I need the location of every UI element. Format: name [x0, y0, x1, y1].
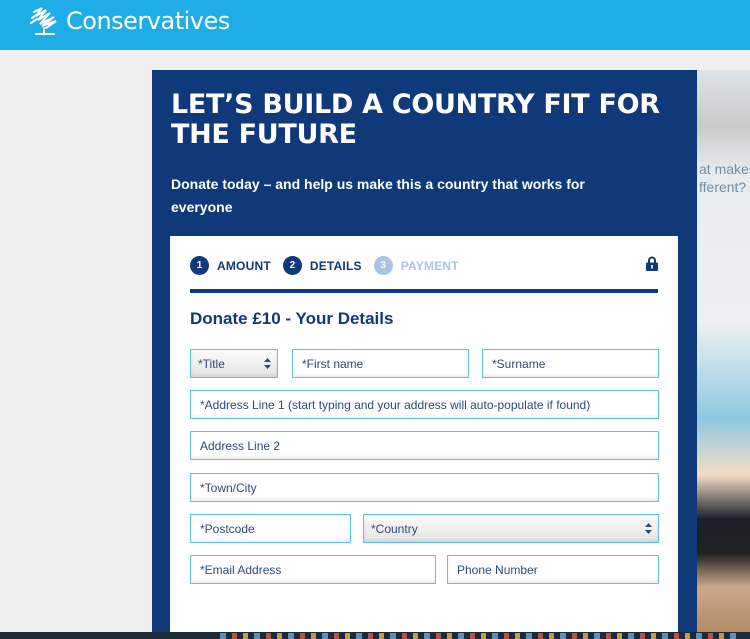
- brand-logo[interactable]: Conservatives: [28, 6, 230, 36]
- placeholder: *Address Line 1 (start typing and your a…: [200, 397, 591, 412]
- donation-form-card: 1 AMOUNT 2 DETAILS 3 PAYMENT Donate £10 …: [170, 236, 678, 636]
- donation-panel: LET’S BUILD A COUNTRY FIT FOR THE FUTURE…: [152, 70, 697, 636]
- address-line-1-input[interactable]: *Address Line 1 (start typing and your a…: [190, 390, 659, 419]
- step-payment: 3 PAYMENT: [373, 256, 459, 275]
- brand-name: Conservatives: [66, 7, 230, 35]
- photo-text-line: fferent?: [699, 179, 747, 195]
- placeholder: *Postcode: [200, 521, 255, 536]
- surname-input[interactable]: *Surname: [482, 349, 659, 378]
- step-number: 2: [282, 256, 302, 275]
- country-select-value: *Country: [371, 521, 418, 536]
- taskbar-icons[interactable]: [220, 633, 740, 639]
- step-details: 2 DETAILS: [282, 256, 362, 275]
- phone-input[interactable]: Phone Number: [447, 555, 659, 584]
- step-label: DETAILS: [309, 258, 362, 273]
- first-name-input[interactable]: *First name: [292, 349, 469, 378]
- photo-text-line: at makes: [699, 161, 750, 177]
- postcode-input[interactable]: *Postcode: [190, 514, 351, 543]
- select-arrows-icon: [264, 358, 271, 369]
- step-number: 3: [373, 256, 393, 275]
- placeholder: *First name: [302, 356, 364, 371]
- country-select[interactable]: *Country: [363, 514, 659, 543]
- step-indicator: 1 AMOUNT 2 DETAILS 3 PAYMENT: [190, 256, 471, 275]
- progress-divider: [190, 289, 658, 293]
- placeholder: *Surname: [492, 356, 546, 371]
- title-select[interactable]: *Title: [190, 349, 278, 378]
- step-label: AMOUNT: [217, 258, 271, 273]
- title-select-value: *Title: [198, 356, 225, 371]
- page-subtext: Donate today – and help us make this a c…: [171, 176, 585, 215]
- town-city-input[interactable]: *Town/City: [190, 473, 659, 502]
- background-photo: at makes fferent?: [697, 70, 750, 632]
- lock-icon: [646, 256, 658, 271]
- step-amount[interactable]: 1 AMOUNT: [190, 256, 271, 275]
- placeholder: *Email Address: [200, 562, 282, 577]
- site-header: Conservatives: [0, 0, 750, 50]
- tree-logo-icon: [30, 7, 57, 35]
- form-title: Donate £10 - Your Details: [190, 309, 394, 328]
- step-number: 1: [190, 256, 209, 275]
- address-line-2-input[interactable]: Address Line 2: [190, 431, 659, 460]
- placeholder: *Town/City: [200, 480, 257, 495]
- email-input[interactable]: *Email Address: [190, 555, 436, 584]
- os-taskbar: [0, 632, 750, 639]
- select-arrows-icon: [645, 523, 652, 534]
- placeholder: Address Line 2: [200, 438, 281, 453]
- page-headline: LET’S BUILD A COUNTRY FIT FOR THE FUTURE: [171, 89, 660, 150]
- step-label: PAYMENT: [400, 258, 459, 273]
- photo-overlay-text: at makes fferent?: [699, 160, 750, 196]
- placeholder: Phone Number: [457, 562, 538, 577]
